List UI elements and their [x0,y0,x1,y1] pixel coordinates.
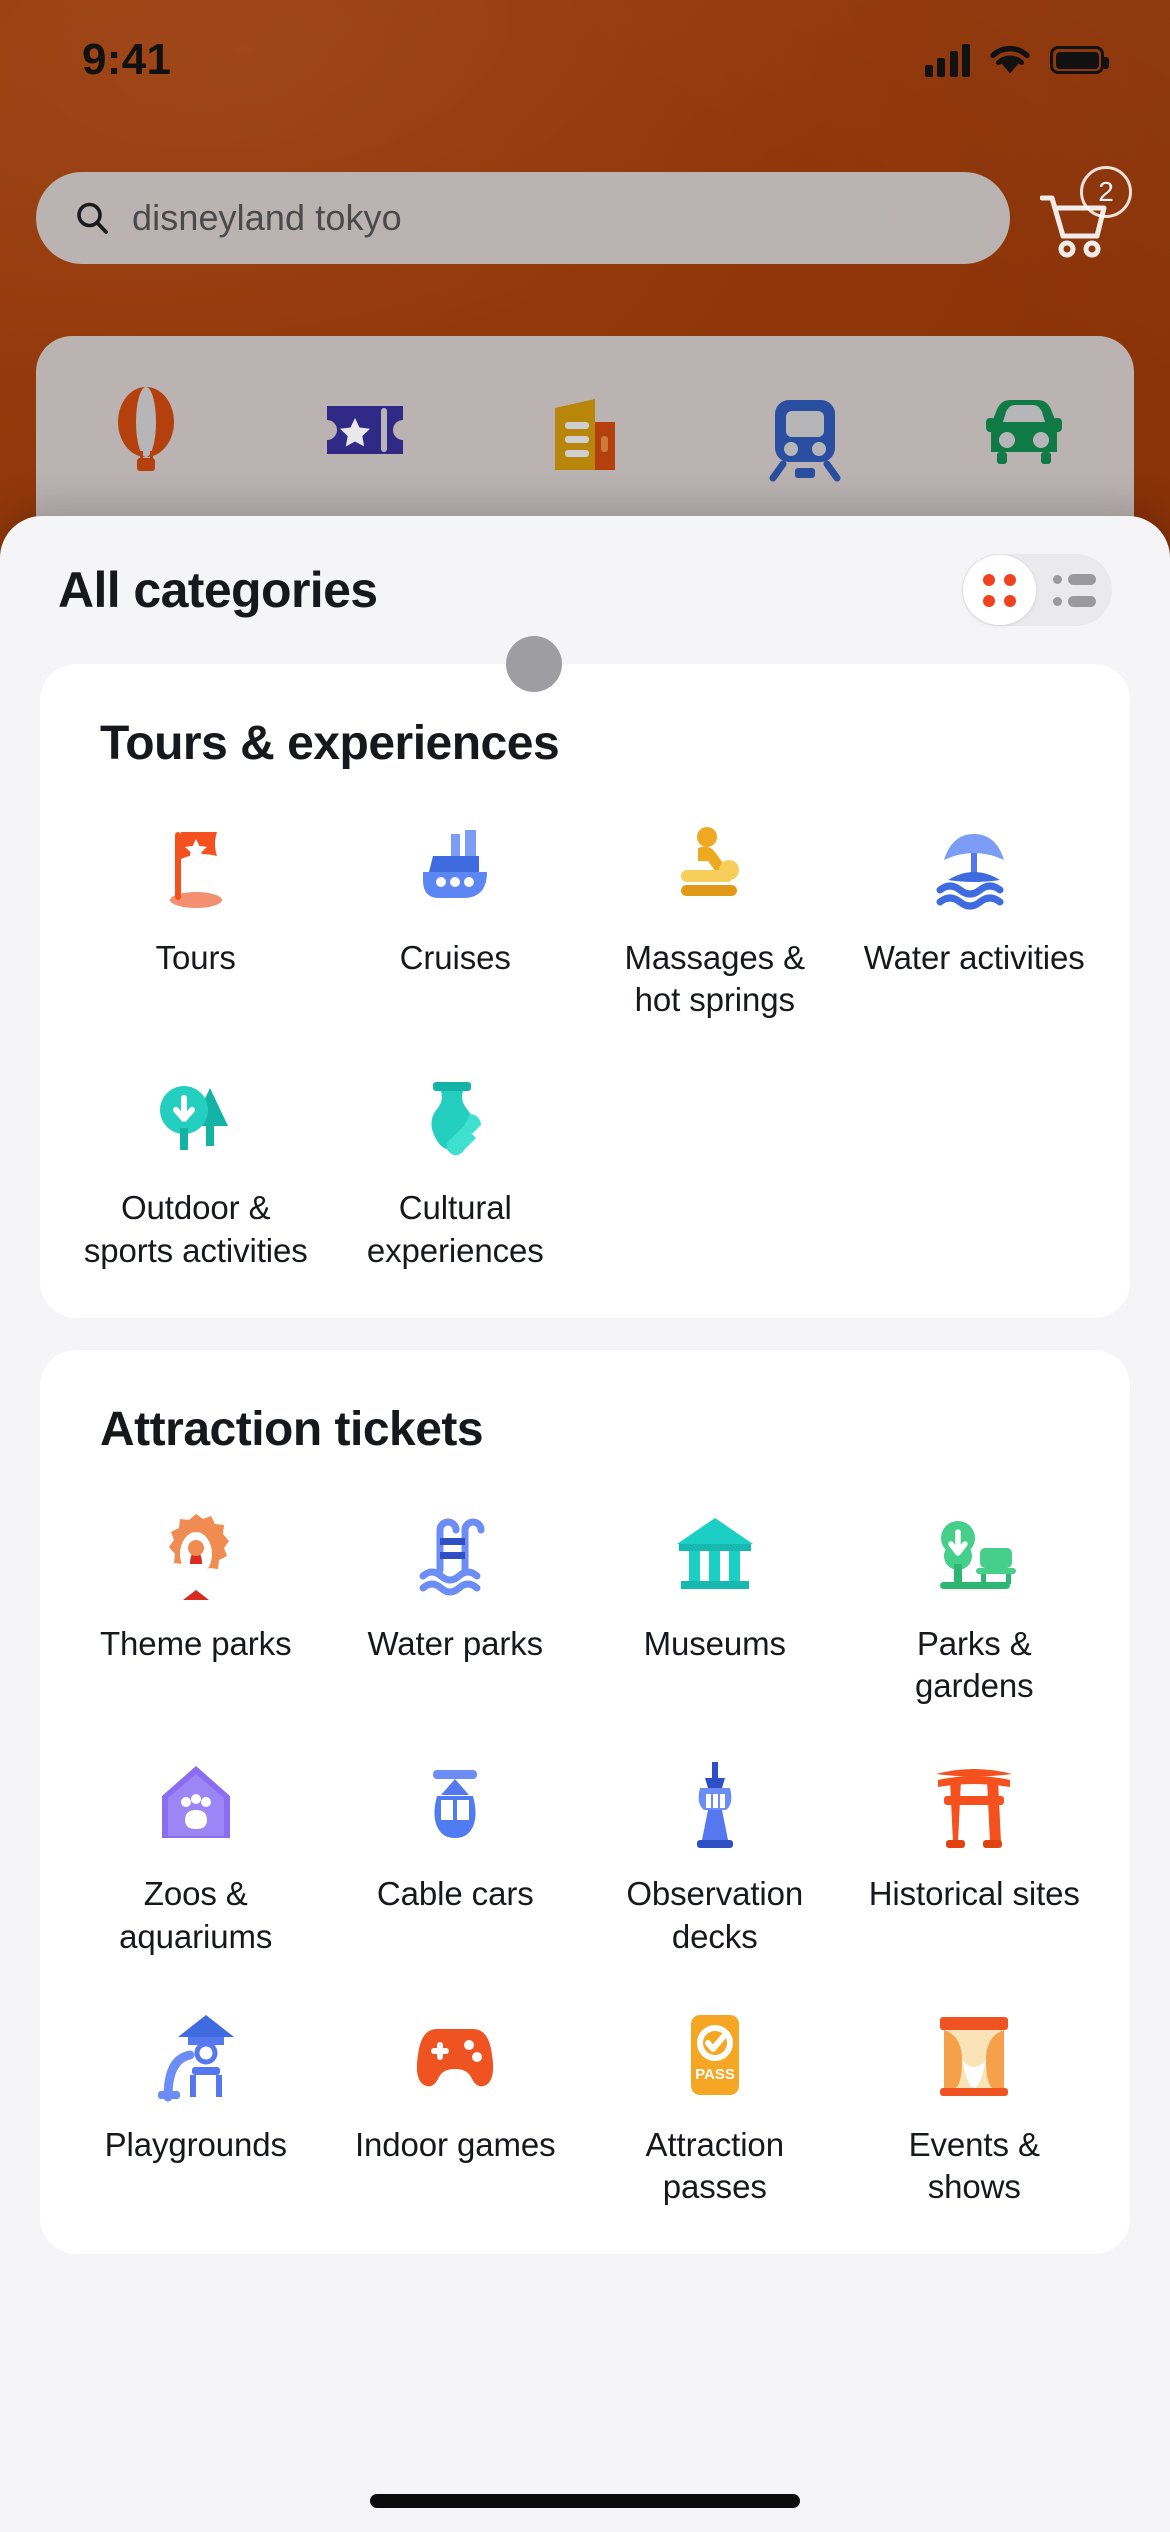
category-label: Attraction passes [645,2125,785,2206]
category-label: Tours [155,939,236,976]
status-bar: 9:41 [0,0,1170,120]
search-input-value: disneyland tokyo [132,196,402,238]
playground-slide-icon [140,2002,252,2108]
grid-view-button[interactable] [962,554,1037,626]
category-label: Museums [643,1624,786,1662]
ferris-wheel-icon [140,1501,252,1607]
category-label: Cable cars [376,1875,534,1913]
torii-gate-icon [918,1751,1030,1857]
section-title: Attraction tickets [100,1402,484,1456]
cruise-ship-icon [399,815,511,921]
hot-air-balloon-icon [36,378,256,482]
category-label: Water activities [863,939,1085,976]
category-label: Massages & hot springs [624,939,806,1019]
category-tile-attraction-passes[interactable]: PASS Attraction passes [585,1992,845,2208]
category-tile-cultural-experiences[interactable]: Cultural experiences [326,1055,586,1271]
cart-button[interactable]: 2 [1034,165,1132,264]
category-tile-zoos-aquariums[interactable]: Zoos & aquariums [66,1741,326,1957]
category-label: Indoor games [354,2125,556,2163]
list-view-button[interactable] [1037,554,1112,626]
theater-curtain-icon [918,2002,1030,2108]
wifi-icon [988,43,1032,77]
ticket-star-icon [256,378,476,482]
beach-umbrella-icon [918,815,1030,921]
car-icon [914,378,1134,482]
sheet-header: All categories [0,516,1170,664]
category-label: Parks & gardens [914,1624,1034,1705]
search-input[interactable]: disneyland tokyo [36,171,1010,264]
list-view-icon [1053,573,1096,607]
category-tile-outdoor-sports-activities[interactable]: Outdoor & sports activities [66,1055,326,1271]
train-icon [695,378,915,482]
all-categories-sheet: All categories Tours & experiences Tours… [0,516,1170,2532]
category-grid: Tours Cruises Massages & hot springs Wat… [66,805,1104,1272]
section-attraction-tickets: Attraction tickets Theme parks Water par… [40,1349,1130,2255]
category-label: Historical sites [868,1875,1080,1913]
park-bench-icon [918,1501,1030,1607]
category-grid: Theme parks Water parks Museums Parks & … [66,1491,1104,2208]
category-tile-indoor-games[interactable]: Indoor games [326,1992,586,2208]
category-label: Outdoor & sports activities [83,1189,308,1269]
category-tile-water-activities[interactable]: Water activities [845,805,1105,1021]
category-label: Cruises [399,939,511,976]
category-label: Zoos & aquariums [119,1875,273,1955]
category-tile-water-parks[interactable]: Water parks [326,1491,586,1707]
category-tile-museums[interactable]: Museums [585,1491,845,1707]
pet-house-icon [140,1751,252,1857]
svg-text:PASS: PASS [695,2066,735,2083]
gamepad-icon [399,2002,511,2108]
flag-icon [140,815,252,921]
museum-icon [659,1501,771,1607]
vase-icon [399,1065,511,1171]
search-top-bar: disneyland tokyo 2 [0,165,1170,270]
signal-bars-icon [924,43,970,77]
cart-badge: 2 [1080,165,1132,218]
view-toggle[interactable] [962,554,1112,626]
category-tile-parks-gardens[interactable]: Parks & gardens [845,1491,1105,1707]
floating-dot-indicator [506,636,562,692]
pool-ladder-icon [399,1501,511,1607]
category-label: Water parks [367,1624,544,1662]
category-label: Cultural experiences [366,1189,544,1269]
observation-tower-icon [659,1751,771,1857]
section-title: Tours & experiences [100,717,560,770]
pass-card-icon: PASS [659,2002,771,2108]
status-indicators [924,43,1109,77]
category-label: Playgrounds [104,2125,287,2163]
category-tile-playgrounds[interactable]: Playgrounds [66,1992,326,2208]
category-tile-tours[interactable]: Tours [66,805,326,1021]
phone-screen: 9:41 disneyland tokyo 2 All categories T… [0,0,1170,2532]
category-tile-observation-decks[interactable]: Observation decks [585,1741,845,1957]
category-tile-massages-hot-springs[interactable]: Massages & hot springs [585,805,845,1021]
category-tile-historical-sites[interactable]: Historical sites [845,1741,1105,1957]
category-tile-cruises[interactable]: Cruises [326,805,586,1021]
massage-icon [659,815,771,921]
building-icon [475,378,695,482]
home-indicator [370,2494,800,2508]
category-tile-theme-parks[interactable]: Theme parks [66,1491,326,1707]
grid-view-icon [983,573,1016,607]
cable-car-icon [399,1751,511,1857]
category-label: Theme parks [100,1624,292,1662]
category-tile-events-shows[interactable]: Events & shows [845,1992,1105,2208]
category-label: Events & shows [908,2125,1040,2206]
status-time: 9:41 [82,35,172,84]
battery-full-icon [1050,46,1109,74]
trees-icon [140,1065,252,1171]
category-label: Observation decks [626,1875,804,1955]
search-icon [74,200,110,236]
section-tours-experiences: Tours & experiences Tours Cruises Massag… [40,636,1130,1318]
category-tile-cable-cars[interactable]: Cable cars [326,1741,586,1957]
page-title: All categories [58,562,378,618]
